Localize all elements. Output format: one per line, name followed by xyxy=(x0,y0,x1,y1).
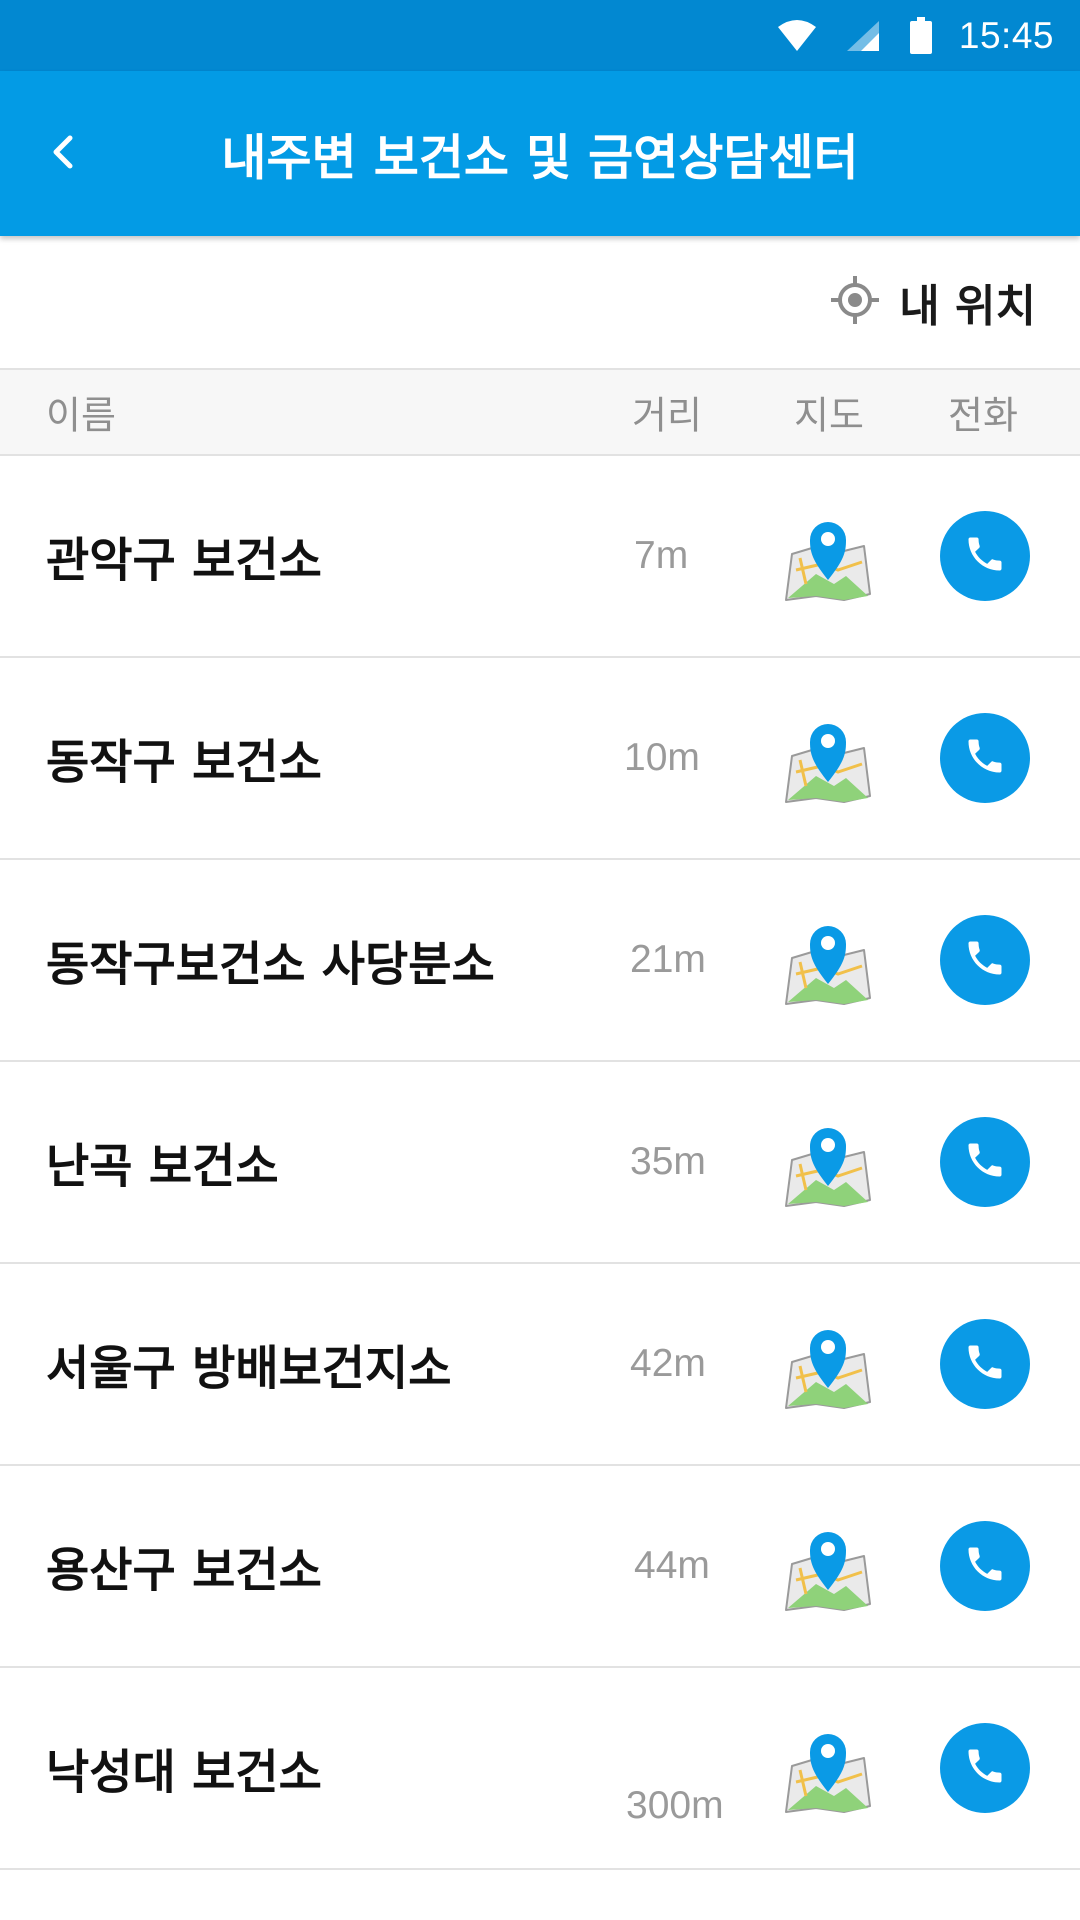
table-header: 이름 거리 지도 전화 xyxy=(0,370,1080,456)
distance-value: 35m xyxy=(630,1140,706,1183)
call-button[interactable] xyxy=(940,1723,1030,1813)
distance-value: 44m xyxy=(634,1544,710,1587)
center-name: 서울구 방배보건지소 xyxy=(46,1341,452,1397)
crosshair-icon xyxy=(829,274,881,330)
header-phone: 전화 xyxy=(948,393,1018,438)
distance-value: 300m xyxy=(626,1784,724,1827)
call-button[interactable] xyxy=(940,1521,1030,1611)
phone-icon xyxy=(963,1340,1007,1388)
phone-icon xyxy=(963,734,1007,782)
list-item[interactable]: 난곡 보건소 35m xyxy=(0,1062,1080,1264)
app-bar: 내주변 보건소 및 금연상담센터 xyxy=(0,71,1080,236)
header-map: 지도 xyxy=(794,393,864,438)
my-location-label: 내 위치 xyxy=(899,281,1036,332)
center-name: 관악구 보건소 xyxy=(46,533,322,589)
center-name: 난곡 보건소 xyxy=(46,1139,279,1195)
list-item[interactable]: 동작구보건소 사당분소 21m xyxy=(0,860,1080,1062)
center-name: 동작구 보건소 xyxy=(46,735,322,791)
call-button[interactable] xyxy=(940,1117,1030,1207)
cell-signal-icon xyxy=(845,19,881,53)
status-time: 15:45 xyxy=(958,14,1054,56)
map-button[interactable] xyxy=(782,712,874,804)
phone-icon xyxy=(963,1542,1007,1590)
location-bar: 내 위치 xyxy=(0,236,1080,370)
list-item[interactable]: 관악구 보건소 7m xyxy=(0,456,1080,658)
page-title-text: 내주변 보건소 및 금연상담센터 xyxy=(221,129,859,186)
distance-value: 7m xyxy=(634,534,689,577)
header-name: 이름 xyxy=(46,393,116,438)
call-button[interactable] xyxy=(940,1319,1030,1409)
call-button[interactable] xyxy=(940,713,1030,803)
phone-icon xyxy=(963,1744,1007,1792)
center-name: 용산구 보건소 xyxy=(46,1543,322,1599)
health-center-list: 관악구 보건소 7m 동작구 보건소 10m 동작구보건소 사당분소 21m 난… xyxy=(0,456,1080,1870)
map-pin-icon xyxy=(782,724,874,808)
map-button[interactable] xyxy=(782,510,874,602)
map-pin-icon xyxy=(782,926,874,1010)
map-pin-icon xyxy=(782,1128,874,1212)
map-button[interactable] xyxy=(782,1318,874,1410)
map-pin-icon xyxy=(782,1734,874,1818)
center-name: 낙성대 보건소 xyxy=(46,1745,322,1801)
distance-value: 42m xyxy=(630,1342,706,1385)
call-button[interactable] xyxy=(940,915,1030,1005)
wifi-icon xyxy=(777,19,817,53)
map-pin-icon xyxy=(782,522,874,606)
list-item[interactable]: 서울구 방배보건지소 42m xyxy=(0,1264,1080,1466)
center-name: 동작구보건소 사당분소 xyxy=(46,937,495,993)
status-bar: 15:45 xyxy=(0,0,1080,71)
header-distance: 거리 xyxy=(632,393,702,438)
call-button[interactable] xyxy=(940,511,1030,601)
map-pin-icon xyxy=(782,1330,874,1414)
phone-icon xyxy=(963,532,1007,580)
phone-icon xyxy=(963,1138,1007,1186)
battery-icon xyxy=(909,16,933,55)
distance-value: 21m xyxy=(630,938,706,981)
list-item[interactable]: 용산구 보건소 44m xyxy=(0,1466,1080,1668)
distance-value: 10m xyxy=(624,736,700,779)
map-button[interactable] xyxy=(782,1722,874,1814)
list-item[interactable]: 낙성대 보건소 300m xyxy=(0,1668,1080,1870)
list-item[interactable]: 동작구 보건소 10m xyxy=(0,658,1080,860)
phone-icon xyxy=(963,936,1007,984)
map-button[interactable] xyxy=(782,914,874,1006)
my-location-button[interactable]: 내 위치 xyxy=(829,270,1036,334)
map-pin-icon xyxy=(782,1532,874,1616)
map-button[interactable] xyxy=(782,1116,874,1208)
page-title: 내주변 보건소 및 금연상담센터 xyxy=(0,118,1080,189)
map-button[interactable] xyxy=(782,1520,874,1612)
